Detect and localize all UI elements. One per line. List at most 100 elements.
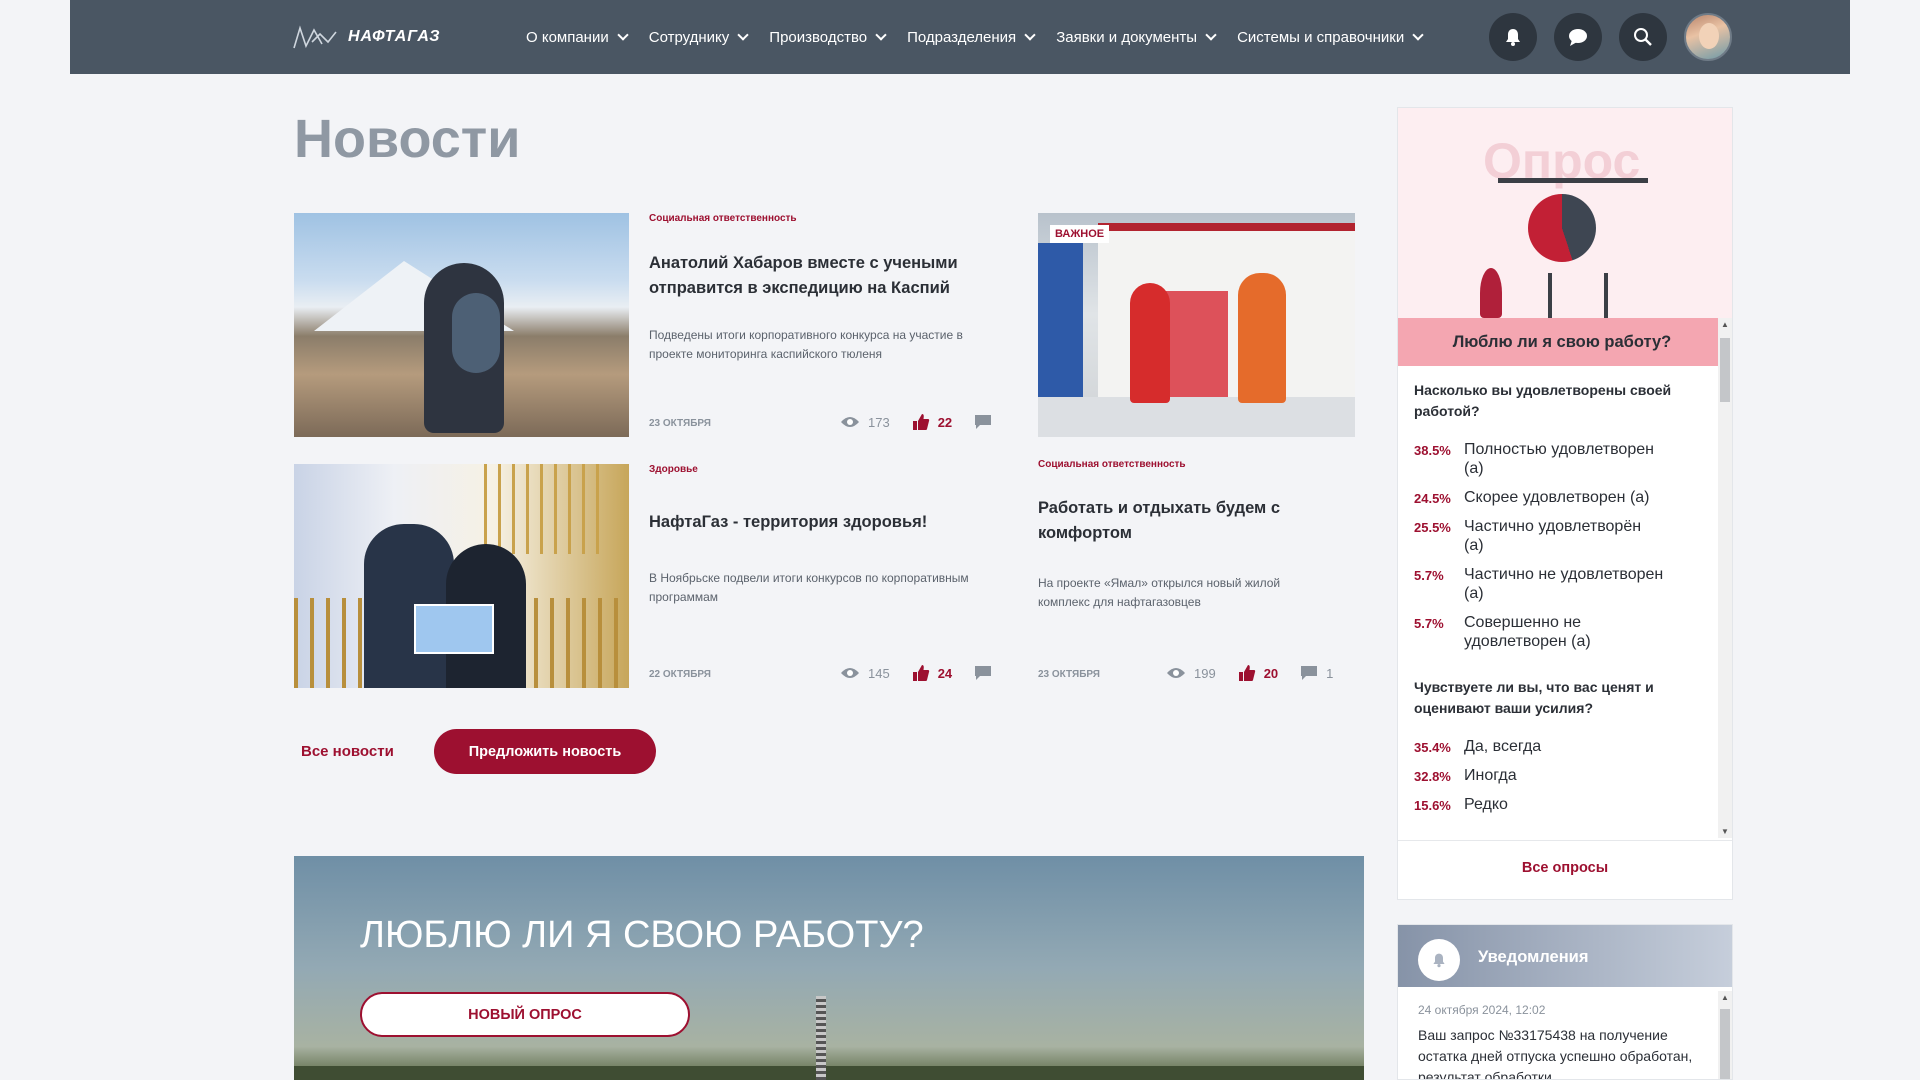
chat-icon [1569,29,1587,46]
worker-shape [1130,283,1170,403]
scroll-down-icon[interactable]: ▼ [1721,827,1729,836]
news-title[interactable]: НафтаГаз - территория здоровья! [649,510,979,535]
like-button[interactable]: 22 [912,413,952,431]
nav-item-systems[interactable]: Системы и справочники [1237,29,1424,46]
news-description: На проекте «Ямал» открылся новый жилой к… [1038,576,1281,609]
likes-count: 24 [937,665,953,681]
worker-shape [1238,273,1286,403]
comments-button[interactable]: 1 [1300,665,1333,681]
chevron-down-icon [1024,29,1036,41]
all-polls-link[interactable]: Все опросы [1398,860,1732,876]
messages-button[interactable] [1554,13,1602,61]
comments-count: 1 [1326,665,1334,681]
news-date: 23 октября [1038,669,1100,680]
option-label: Скорее удовлетворен (а) [1464,489,1650,506]
option-label: Редко [1464,796,1508,813]
notifications-scrollbar[interactable]: ▲ [1718,991,1732,1079]
scroll-up-icon[interactable]: ▲ [1721,320,1729,329]
poll-option-list: 38.5% Полностью удовлетворен (а) 24.5% Ско… [1414,440,1714,651]
nav-item-employee[interactable]: Сотруднику [649,29,749,46]
thumbs-up-icon [912,665,929,681]
user-avatar[interactable] [1684,13,1732,61]
views-count: 199 [1194,665,1216,681]
child-shape [452,293,500,373]
plant-shape [1480,268,1502,318]
poll-option: 15.6% Редко [1414,795,1714,814]
scrollbar-thumb[interactable] [1720,338,1730,402]
news-category[interactable]: Социальная ответственность [1038,459,1186,470]
notifications-header: Уведомления [1398,925,1732,987]
news-image-yamal[interactable]: ВАЖНОЕ [1038,213,1355,437]
all-news-link[interactable]: Все новости [301,743,394,760]
lights-shape [484,464,604,554]
suggest-news-button[interactable]: Предложить новость [434,729,656,774]
news-category[interactable]: Социальная ответственность [649,213,797,224]
notifications-title: Уведомления [1478,948,1589,966]
nav-item-about[interactable]: О компании [526,28,629,46]
notifications-button[interactable] [1489,13,1537,61]
option-percent: 5.7% [1414,616,1444,631]
option-label: Полностью удовлетворен (а) [1464,441,1654,477]
chevron-down-icon [737,29,749,41]
new-poll-button[interactable]: НОВЫЙ ОПРОС [360,992,690,1037]
views-stat: 199 [1166,666,1216,681]
news-category[interactable]: Здоровье [649,464,698,475]
snow-shape [1038,397,1355,437]
logo-text: НАФТАГАЗ [348,28,441,45]
nav-item-production[interactable]: Производство [769,29,887,46]
logo-mark-icon [293,25,337,49]
page-title: Новости [294,109,521,169]
poll-option: 38.5% Полностью удовлетворен (а) [1414,440,1714,478]
scrollbar-thumb[interactable] [1720,1009,1730,1079]
certificate-shape [414,604,494,654]
news-title[interactable]: Работать и отдыхать будем с комфортом [1038,496,1338,546]
option-label: Иногда [1464,767,1517,784]
poll-illustration: Опрос [1398,108,1732,318]
nav-label: О компании [526,28,609,46]
poll-widget: Опрос Люблю ли я свою работу? Насколько … [1397,107,1733,900]
top-navigation-bar: НАФТАГАЗ О компании Сотруднику Производс… [70,0,1850,74]
search-button[interactable] [1619,13,1667,61]
poll-banner[interactable]: ЛЮБЛЮ ЛИ Я СВОЮ РАБОТУ? НОВЫЙ ОПРОС [294,856,1364,1080]
chevron-down-icon [875,29,887,41]
news-stats: 199 20 1 [1152,664,1333,682]
eye-icon [841,668,859,678]
news-image-caspian[interactable] [294,213,629,437]
comments-button[interactable] [974,665,1000,681]
like-button[interactable]: 20 [1238,664,1278,682]
comments-button[interactable] [974,414,1000,430]
comment-icon [1301,666,1318,680]
divider [1398,840,1732,841]
poll-option-list: 35.4% Да, всегда 32.8% Иногда 15.6% Редко [1414,737,1714,814]
main-nav: О компании Сотруднику Производство Подра… [526,0,1424,74]
bell-icon [1506,29,1520,46]
notification-bell-badge [1418,939,1460,981]
views-count: 173 [868,414,890,430]
nav-item-requests[interactable]: Заявки и документы [1056,28,1217,46]
chevron-down-icon [1412,29,1424,41]
chevron-down-icon [1205,29,1217,41]
pie-illustration [1528,194,1596,262]
drilling-rig-shape [816,996,826,1080]
scroll-up-icon[interactable]: ▲ [1721,993,1729,1002]
nav-label: Заявки и документы [1056,28,1198,46]
news-date: 22 октября [649,669,711,680]
news-title[interactable]: Анатолий Хабаров вместе с учеными отправ… [649,251,979,301]
company-logo[interactable]: НАФТАГАЗ [292,24,441,50]
chevron-down-icon [617,29,629,41]
notification-text[interactable]: Ваш запрос №33175438 на получение остатк… [1418,1025,1708,1079]
option-label: Да, всегда [1464,738,1542,755]
poll-option: 24.5% Скорее удовлетворен (а) [1414,488,1714,507]
poll-scrollbar[interactable]: ▲ ▼ [1718,318,1732,838]
likes-count: 20 [1263,665,1279,681]
notifications-widget: Уведомления 24 октября 2024, 12:02 Ваш з… [1397,924,1733,1080]
views-stat: 173 [840,415,890,430]
like-button[interactable]: 24 [912,664,952,682]
news-description: В Ноябрьске подвели итоги конкурсов по к… [649,571,969,604]
poll-question-text: Насколько вы удовлетворены своей работой… [1414,382,1672,419]
news-image-health[interactable] [294,464,629,688]
nav-item-divisions[interactable]: Подразделения [907,29,1036,46]
notification-date: 24 октября 2024, 12:02 [1418,1003,1546,1017]
comment-icon [975,666,992,680]
news-stats: 173 22 [826,413,1000,431]
